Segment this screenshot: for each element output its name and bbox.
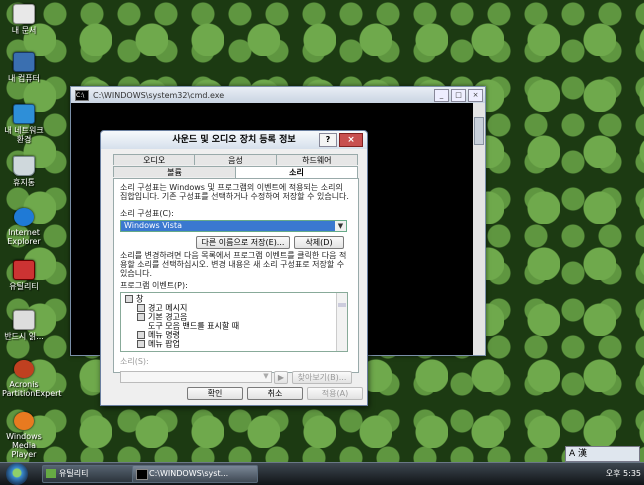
desktop-icon-acronis[interactable]: Acronis PartitionExpert	[2, 360, 62, 398]
ok-button[interactable]: 확인	[187, 387, 243, 400]
sound-label: 소리(S):	[120, 357, 149, 366]
desktop-icon-label: 내 네트워크 환경	[4, 126, 44, 144]
list-item[interactable]: 기본 경고음	[137, 313, 187, 322]
desktop-icon-utility[interactable]: 유틸리티	[2, 260, 46, 291]
desktop-icon-my-documents[interactable]: 내 문서	[2, 4, 46, 35]
speaker-icon	[137, 313, 145, 321]
minimize-button[interactable]: _	[434, 88, 449, 102]
sound-properties-dialog[interactable]: 사운드 및 오디오 장치 등록 정보 ? × 오디오 음성 하드웨어 볼륨 소리…	[100, 130, 368, 406]
folder-icon	[46, 469, 56, 478]
tab-volume[interactable]: 볼륨	[113, 166, 236, 177]
list-item[interactable]: 창	[125, 295, 143, 304]
tab-voice[interactable]: 음성	[194, 154, 277, 165]
dialog-title-bar[interactable]: 사운드 및 오디오 장치 등록 정보 ? ×	[101, 131, 367, 149]
taskbar: 유틸리티 C:\WINDOWS\syst... 오후 5:35	[0, 462, 644, 485]
help-button[interactable]: ?	[319, 133, 337, 147]
dialog-title: 사운드 및 오디오 장치 등록 정보	[172, 135, 296, 145]
computer-icon	[13, 52, 35, 72]
desktop-icon-label: 내 문서	[11, 26, 37, 35]
maximize-button[interactable]: □	[451, 88, 466, 102]
scrollbar-thumb[interactable]	[474, 117, 484, 145]
apply-button[interactable]: 적용(A)	[307, 387, 363, 400]
sound-select[interactable]: ▼	[120, 371, 272, 383]
cmd-scrollbar[interactable]	[473, 103, 485, 355]
media-player-icon	[14, 412, 34, 430]
console-icon	[136, 469, 148, 480]
list-item[interactable]: 경고 메시지	[137, 304, 187, 313]
desktop-icon-label: Acronis PartitionExpert	[2, 380, 62, 398]
play-button[interactable]: ▶	[274, 371, 288, 384]
console-icon: C:\	[75, 89, 89, 101]
events-label: 프로그램 이벤트(P):	[120, 281, 188, 290]
sounds-tab-pane: 소리 구성표는 Windows 및 프로그램의 이벤트에 적용되는 소리의 집합…	[113, 178, 359, 384]
taskbar-item-cmd[interactable]: C:\WINDOWS\syst...	[132, 465, 258, 483]
change-text: 소리를 변경하려면 다음 목록에서 프로그램 이벤트를 클릭한 다음 적용할 소…	[120, 251, 347, 278]
desktop-icon-label: Windows Media Player	[6, 432, 42, 459]
desktop-icon-label: 휴지통	[12, 178, 36, 187]
desktop-icon-network[interactable]: 내 네트워크 환경	[2, 104, 46, 144]
browse-button[interactable]: 찾아보기(B)...	[292, 371, 352, 384]
taskbar-item-utility[interactable]: 유틸리티	[42, 465, 146, 483]
speaker-icon	[137, 331, 145, 339]
close-button[interactable]: ×	[468, 88, 483, 102]
sound-scheme-value: Windows Vista	[124, 221, 182, 230]
events-scrollbar[interactable]	[336, 293, 347, 351]
desktop-icon-label: Internet Explorer	[7, 228, 41, 246]
desktop-icon-my-computer[interactable]: 내 컴퓨터	[2, 52, 46, 83]
tab-hardware[interactable]: 하드웨어	[275, 154, 358, 165]
tab-row-1: 오디오 음성 하드웨어	[113, 154, 358, 165]
chevron-down-icon[interactable]: ▼	[335, 221, 346, 231]
blank-icon	[137, 322, 145, 330]
recycle-bin-icon	[13, 156, 35, 176]
readme-icon	[13, 310, 35, 330]
close-button[interactable]: ×	[339, 133, 363, 147]
list-item[interactable]: 메뉴 팝업	[137, 340, 180, 349]
intro-text: 소리 구성표는 Windows 및 프로그램의 이벤트에 적용되는 소리의 집합…	[120, 183, 349, 201]
tab-audio[interactable]: 오디오	[113, 154, 196, 165]
network-icon	[13, 104, 35, 124]
speaker-icon	[137, 340, 145, 348]
save-as-button[interactable]: 다른 이름으로 저장(E)...	[196, 236, 290, 249]
chevron-down-icon: ▼	[263, 372, 269, 380]
scheme-label: 소리 구성표(C):	[120, 209, 174, 218]
program-events-list[interactable]: 창 경고 메시지 기본 경고음 도구 모음 밴드를 표시할 때 메뉴 명령 메뉴…	[120, 292, 348, 352]
cmd-title: C:\WINDOWS\system32\cmd.exe	[93, 90, 225, 100]
tab-row-2: 볼륨 소리	[113, 166, 358, 179]
cancel-button[interactable]: 취소	[247, 387, 303, 400]
desktop-icon-label: 유틸리티	[9, 282, 39, 291]
desktop-icon-recycle-bin[interactable]: 휴지통	[2, 156, 46, 187]
sound-scheme-select[interactable]: Windows Vista ▼	[120, 220, 347, 232]
delete-button[interactable]: 삭제(D)	[294, 236, 344, 249]
acronis-icon	[14, 360, 34, 378]
desktop-icon-media-player[interactable]: Windows Media Player	[2, 412, 46, 459]
list-item[interactable]: 도구 모음 밴드를 표시할 때	[137, 322, 239, 331]
documents-icon	[13, 4, 35, 24]
clock[interactable]: 오후 5:35	[606, 463, 641, 485]
utility-folder-icon	[13, 260, 35, 280]
window-icon	[125, 295, 133, 303]
internet-explorer-icon	[14, 208, 34, 226]
scrollbar-thumb[interactable]	[338, 303, 346, 307]
desktop-icon-internet-explorer[interactable]: Internet Explorer	[2, 208, 46, 246]
desktop-icon-label: 반드시 읽...	[4, 332, 44, 341]
desktop-icon-readme[interactable]: 반드시 읽...	[2, 310, 46, 341]
cmd-title-bar[interactable]: C:\ C:\WINDOWS\system32\cmd.exe _ □ ×	[71, 87, 485, 103]
desktop-icon-label: 내 컴퓨터	[8, 74, 40, 83]
start-button[interactable]	[6, 463, 28, 485]
list-item[interactable]: 메뉴 명령	[137, 331, 180, 340]
speaker-icon	[137, 304, 145, 312]
ime-toolbar[interactable]: A 漢	[565, 446, 640, 462]
